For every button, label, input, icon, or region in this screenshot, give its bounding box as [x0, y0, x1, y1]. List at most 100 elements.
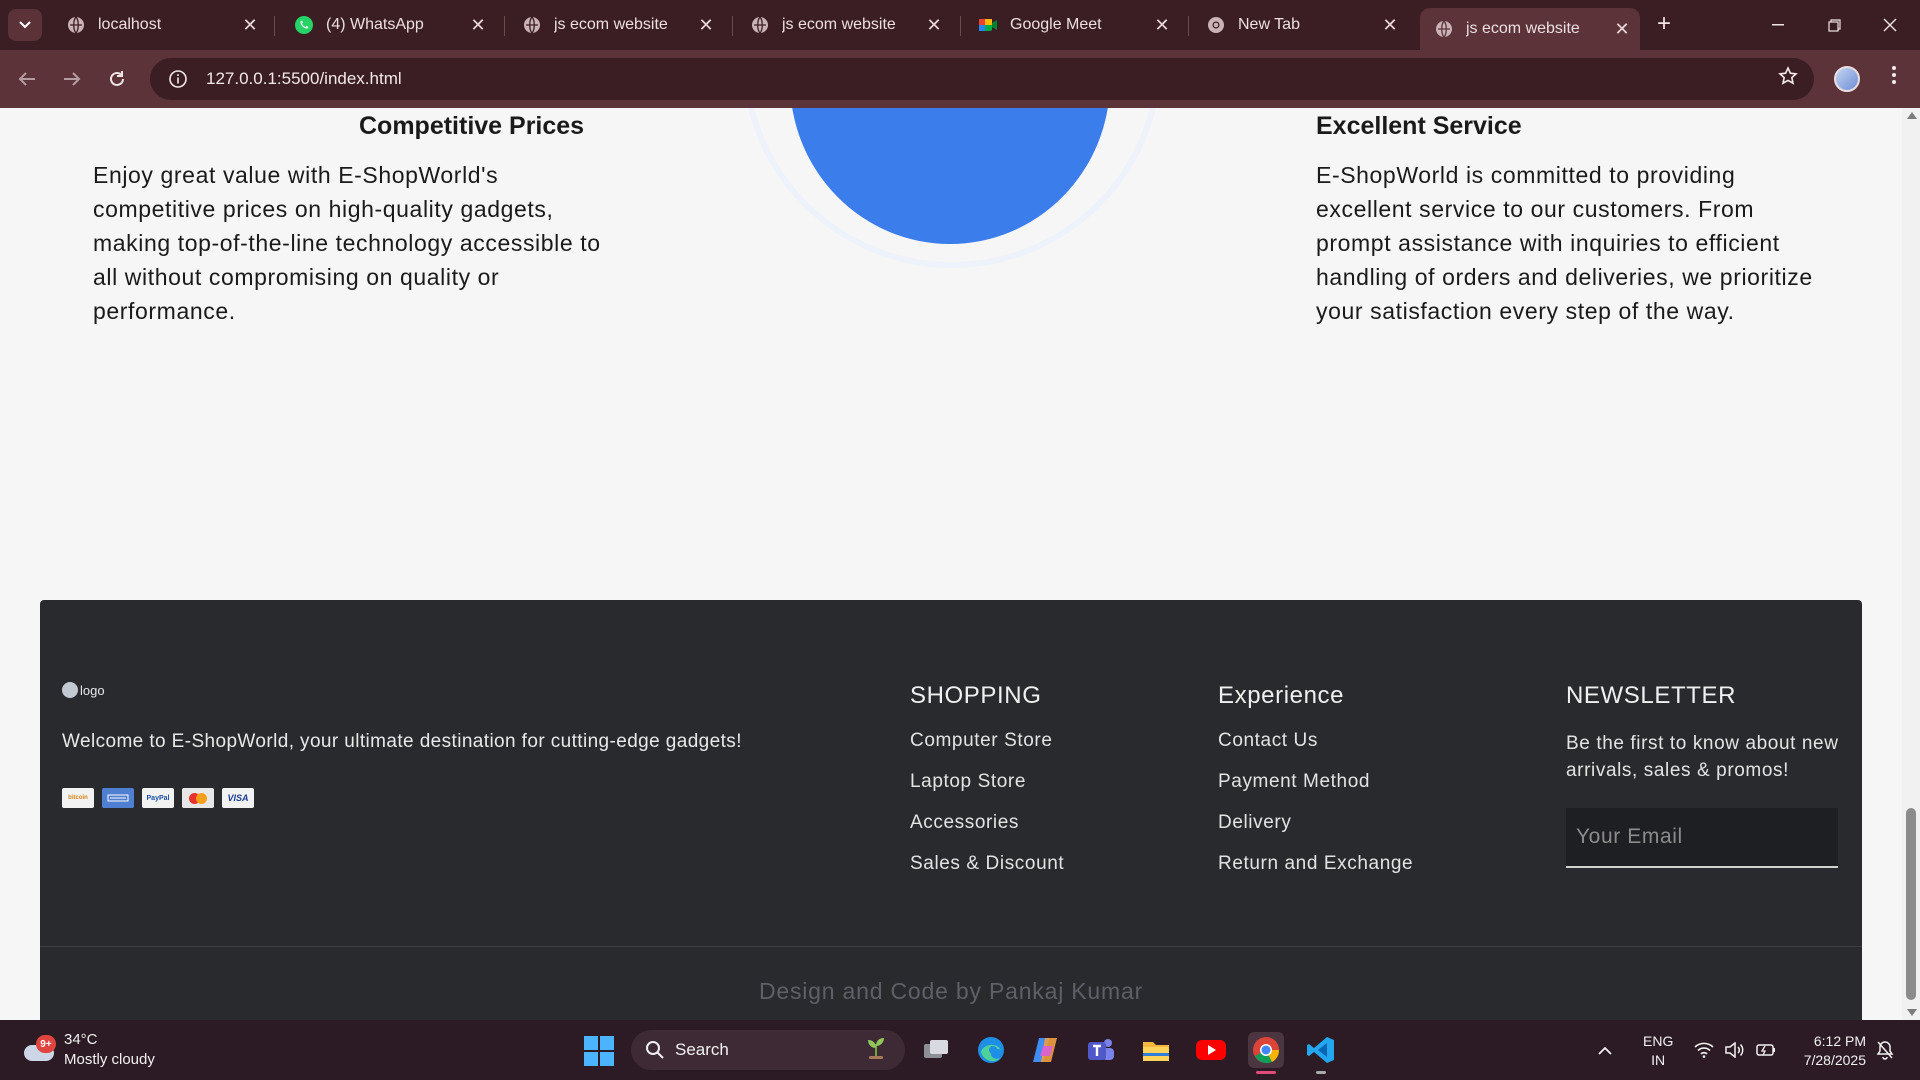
new-tab-button[interactable]: + [1650, 10, 1678, 38]
tab-separator [274, 16, 275, 36]
scroll-up-icon[interactable] [1907, 112, 1917, 119]
tab-close-icon[interactable]: ✕ [236, 15, 264, 36]
tab-close-icon[interactable]: ✕ [692, 15, 720, 36]
footer-logo[interactable]: logo [62, 682, 105, 698]
page-scrollbar[interactable] [1902, 108, 1920, 1020]
footer-link-accessories[interactable]: Accessories [910, 812, 1064, 834]
arrow-right-icon [64, 72, 81, 86]
tab-close-icon[interactable]: ✕ [1148, 15, 1176, 36]
tab-close-icon[interactable]: ✕ [920, 15, 948, 36]
tab-js-ecom-1[interactable]: js ecom website ✕ [508, 8, 724, 42]
site-footer: logo Welcome to E-ShopWorld, your ultima… [40, 600, 1862, 1020]
tab-close-icon[interactable]: ✕ [464, 15, 492, 36]
chrome-icon[interactable] [1248, 1032, 1284, 1074]
payment-methods: bitcoin PayPal VISA [62, 788, 254, 808]
bookmark-star-icon[interactable] [1768, 66, 1808, 92]
forward-button[interactable] [55, 62, 89, 96]
windows-taskbar: 9+ 34°C Mostly cloudy Search ENG IN 6:12… [0, 1020, 1920, 1080]
newsletter-email-input[interactable] [1566, 808, 1838, 868]
site-info-icon[interactable] [158, 69, 198, 89]
weather-widget[interactable]: 9+ 34°C Mostly cloudy [22, 1030, 155, 1070]
task-view-icon[interactable] [918, 1032, 954, 1068]
language-indicator[interactable]: ENG IN [1643, 1032, 1673, 1070]
newsletter-text: Be the first to know about new arrivals,… [1566, 733, 1839, 781]
weather-temp: 34°C [64, 1031, 98, 1048]
arrow-left-icon [18, 72, 35, 86]
footer-link-contact-us[interactable]: Contact Us [1218, 730, 1413, 752]
volume-icon [1725, 1042, 1744, 1058]
url-text[interactable]: 127.0.0.1:5500/index.html [206, 69, 1768, 89]
footer-divider [40, 946, 1862, 947]
footer-link-laptop-store[interactable]: Laptop Store [910, 771, 1064, 793]
tab-title: js ecom website [554, 16, 668, 33]
google-meet-icon [978, 15, 998, 35]
back-button[interactable] [10, 62, 44, 96]
close-window-button[interactable] [1862, 0, 1918, 50]
footer-credit: Design and Code by Pankaj Kumar [758, 978, 1144, 1004]
scrollbar-thumb[interactable] [1906, 808, 1916, 1000]
feature-title: Competitive Prices [359, 112, 585, 140]
notifications-button[interactable] [1876, 1020, 1894, 1080]
wifi-icon [1694, 1042, 1714, 1058]
language-line2: IN [1651, 1052, 1666, 1068]
system-clock[interactable]: 6:12 PM 7/28/2025 [1790, 1032, 1866, 1070]
system-tray-status[interactable] [1694, 1020, 1776, 1080]
tab-title: (4) WhatsApp [326, 16, 424, 33]
bitcoin-icon: bitcoin [62, 788, 94, 808]
reload-button[interactable] [100, 62, 134, 96]
show-hidden-icons-button[interactable] [1598, 1020, 1612, 1080]
footer-link-delivery[interactable]: Delivery [1218, 812, 1413, 834]
reload-icon [110, 71, 124, 86]
footer-link-return-exchange[interactable]: Return and Exchange [1218, 853, 1413, 875]
footer-link-sales-discount[interactable]: Sales & Discount [910, 853, 1064, 875]
tab-js-ecom-active[interactable]: js ecom website ✕ [1420, 8, 1640, 50]
copilot-icon[interactable] [1028, 1032, 1064, 1068]
tab-title: js ecom website [1466, 20, 1580, 37]
cloud-icon: 9+ [22, 1035, 56, 1065]
footer-welcome-text: Welcome to E-ShopWorld, your ultimate de… [62, 731, 742, 752]
footer-link-payment-method[interactable]: Payment Method [1218, 771, 1413, 793]
edge-icon[interactable] [973, 1032, 1009, 1068]
footer-column-shopping: SHOPPING Computer Store Laptop Store Acc… [910, 682, 1064, 894]
globe-icon [750, 15, 770, 35]
tab-close-icon[interactable]: ✕ [1608, 19, 1636, 40]
footer-link-computer-store[interactable]: Computer Store [910, 730, 1064, 752]
tab-title: Google Meet [1010, 16, 1102, 33]
tab-google-meet[interactable]: Google Meet ✕ [964, 8, 1180, 42]
feature-title: Excellent Service [1316, 112, 1522, 140]
tab-close-icon[interactable]: ✕ [1376, 15, 1404, 36]
battery-icon [1756, 1044, 1775, 1056]
tab-new-tab[interactable]: New Tab ✕ [1192, 8, 1408, 42]
paypal-icon: PayPal [142, 788, 174, 808]
tab-title: js ecom website [782, 16, 896, 33]
minimize-button[interactable] [1750, 0, 1806, 50]
restore-button[interactable] [1806, 0, 1862, 50]
notification-badge: 9+ [36, 1035, 56, 1053]
file-explorer-icon[interactable] [1138, 1032, 1174, 1068]
scroll-down-icon[interactable] [1907, 1009, 1917, 1016]
minimize-icon [1772, 24, 1784, 26]
address-bar[interactable]: 127.0.0.1:5500/index.html [150, 58, 1814, 100]
profile-avatar[interactable] [1834, 66, 1860, 92]
tab-localhost[interactable]: localhost ✕ [52, 8, 268, 42]
teams-icon[interactable] [1083, 1032, 1119, 1068]
feature-text: Enjoy great value with E-ShopWorld's com… [93, 162, 601, 324]
youtube-icon[interactable] [1193, 1032, 1229, 1068]
bell-icon [1876, 1041, 1894, 1060]
language-line1: ENG [1643, 1033, 1674, 1049]
close-icon [1883, 18, 1897, 32]
footer-column-newsletter: NEWSLETTER Be the first to know about ne… [1566, 682, 1846, 868]
tab-title: New Tab [1238, 16, 1300, 33]
tab-whatsapp[interactable]: (4) WhatsApp ✕ [280, 8, 496, 42]
visa-icon: VISA [222, 788, 254, 808]
tab-separator [960, 16, 961, 36]
taskbar-search[interactable]: Search [631, 1030, 905, 1070]
tab-js-ecom-2[interactable]: js ecom website ✕ [736, 8, 952, 42]
whatsapp-icon [294, 15, 314, 35]
chevron-up-icon [1598, 1046, 1612, 1055]
browser-menu-button[interactable] [1884, 64, 1904, 90]
windows-start-icon[interactable] [584, 1036, 614, 1066]
tab-search-button[interactable] [8, 9, 42, 41]
vscode-icon[interactable] [1303, 1032, 1339, 1074]
feature-text: E-ShopWorld is committed to providing ex… [1316, 162, 1813, 324]
